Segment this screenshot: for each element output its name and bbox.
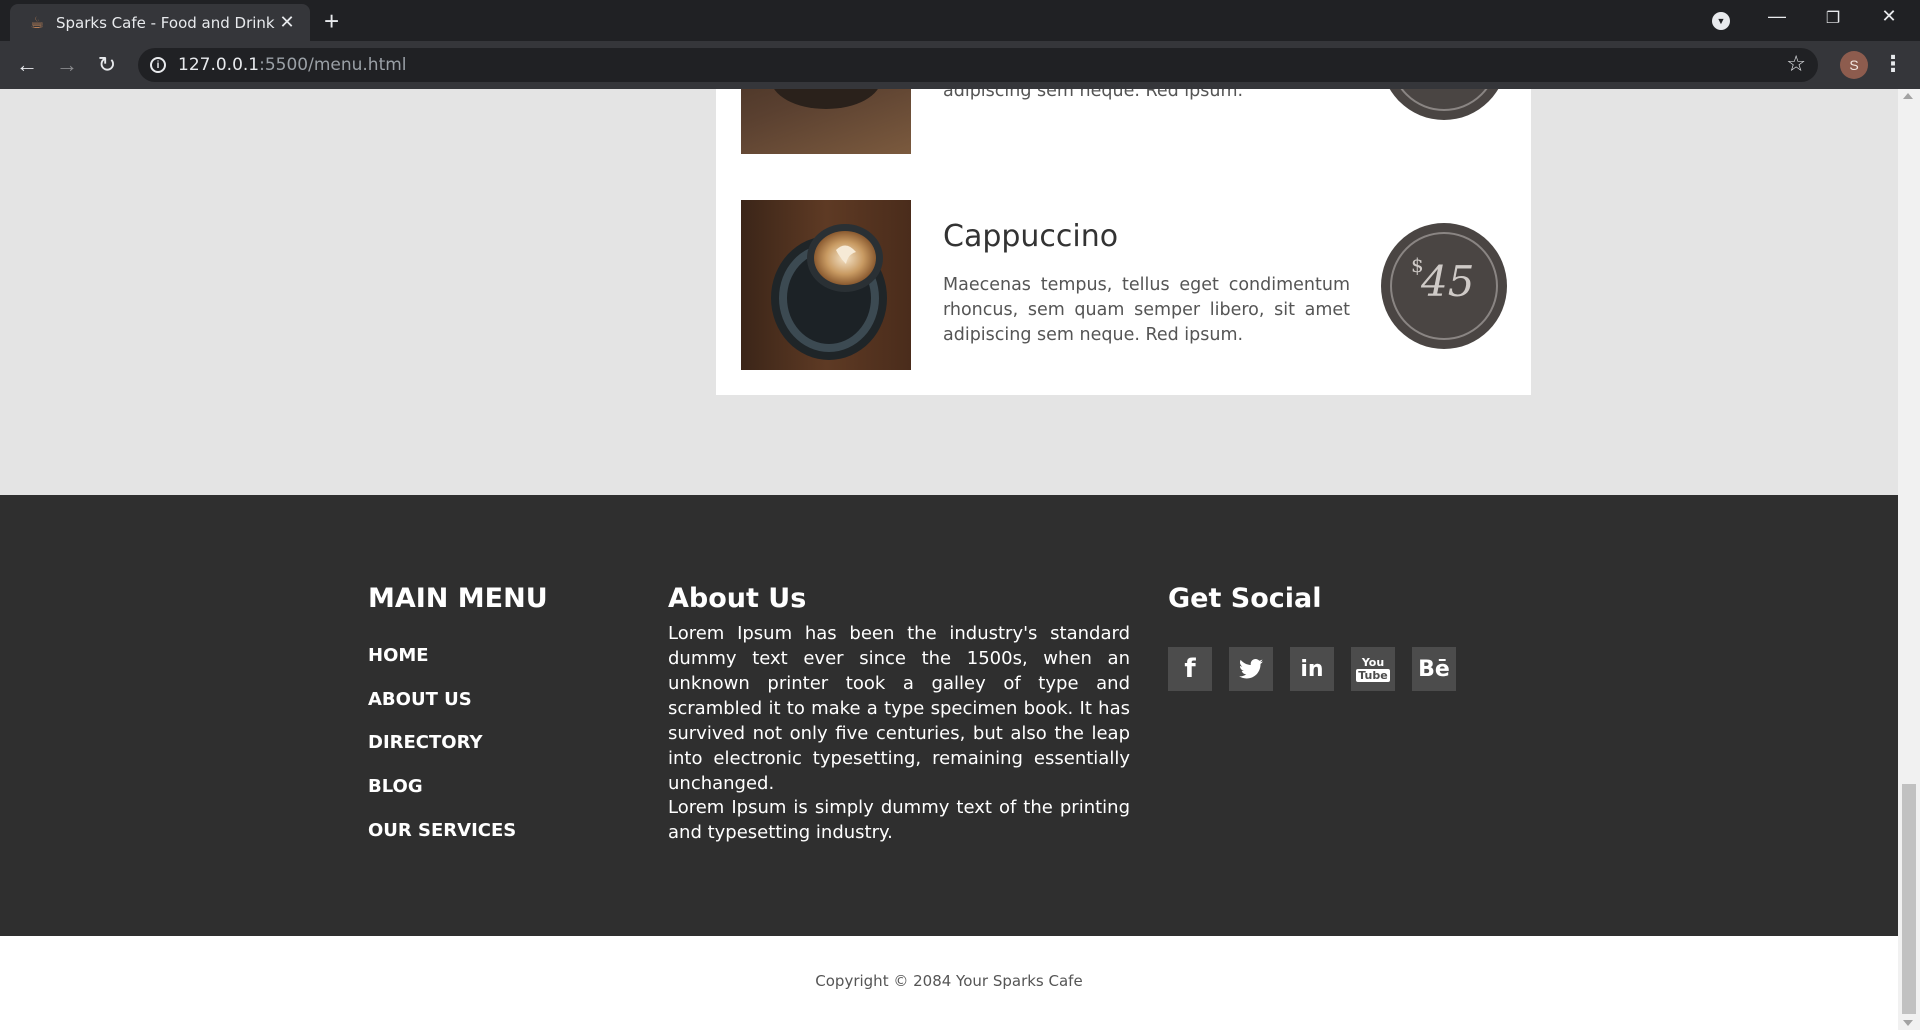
youtube-icon-top: You bbox=[1361, 655, 1385, 669]
browser-toolbar: ← → ↻ i 127.0.0.1:5500/menu.html ☆ S ⋮ bbox=[0, 41, 1920, 89]
cappuccino-image bbox=[741, 200, 911, 370]
profile-avatar[interactable]: S bbox=[1840, 51, 1868, 79]
scroll-down-arrow-icon[interactable] bbox=[1903, 1020, 1913, 1026]
menu-item-description: Maecenas tempus, tellus eget condimentum… bbox=[943, 275, 1350, 345]
browser-menu-icon[interactable]: ⋮ bbox=[1882, 51, 1904, 77]
page-scrollbar[interactable] bbox=[1898, 89, 1920, 1030]
menu-item-photo bbox=[741, 89, 911, 154]
about-us-paragraph: Lorem Ipsum is simply dummy text of the … bbox=[668, 797, 1130, 843]
scroll-up-arrow-icon[interactable] bbox=[1903, 93, 1913, 99]
new-tab-icon[interactable]: + bbox=[324, 6, 339, 37]
footer-link-directory[interactable]: DIRECTORY bbox=[368, 732, 483, 753]
address-bar[interactable]: i 127.0.0.1:5500/menu.html ☆ bbox=[138, 48, 1818, 82]
close-window-icon[interactable]: ✕ bbox=[1874, 6, 1904, 27]
forward-icon[interactable]: → bbox=[52, 50, 82, 80]
get-social-heading: Get Social bbox=[1168, 583, 1322, 614]
twitter-icon[interactable] bbox=[1229, 647, 1273, 691]
menu-item-card: Cappuccino Maecenas tempus, tellus eget … bbox=[716, 175, 1531, 395]
tab-search-icon[interactable]: ▼ bbox=[1712, 12, 1730, 30]
cup-shape bbox=[771, 89, 881, 109]
facebook-icon[interactable]: f bbox=[1168, 647, 1212, 691]
bookmark-star-icon[interactable]: ☆ bbox=[1786, 51, 1806, 77]
behance-icon[interactable]: Bē bbox=[1412, 647, 1456, 691]
footer-link-about-us[interactable]: ABOUT US bbox=[368, 689, 472, 710]
scrollbar-thumb[interactable] bbox=[1902, 784, 1916, 1014]
browser-tab-bar: ☕ Sparks Cafe - Food and Drink Me ✕ + ▼ … bbox=[0, 0, 1920, 41]
restore-icon[interactable]: ❐ bbox=[1818, 8, 1848, 28]
close-tab-icon[interactable]: ✕ bbox=[276, 12, 298, 33]
price-badge: $ 45 bbox=[1381, 223, 1507, 349]
coffee-cup-icon: ☕ bbox=[29, 14, 45, 32]
cappuccino-photo bbox=[741, 200, 911, 370]
site-info-icon[interactable]: i bbox=[150, 57, 166, 73]
about-us-heading: About Us bbox=[668, 583, 807, 614]
price-badge bbox=[1381, 89, 1507, 120]
copyright-bar: Copyright © 2084 Your Sparks Cafe bbox=[0, 936, 1898, 1030]
footer-link-our-services[interactable]: OUR SERVICES bbox=[368, 820, 516, 841]
minimize-icon[interactable]: — bbox=[1762, 6, 1792, 27]
url-text: 127.0.0.1:5500/menu.html bbox=[178, 55, 407, 75]
footer-link-blog[interactable]: BLOG bbox=[368, 776, 423, 797]
youtube-icon[interactable]: You Tube bbox=[1351, 647, 1395, 691]
menu-item-description: adipiscing sem neque. Red ipsum. bbox=[943, 89, 1244, 101]
browser-tab[interactable]: ☕ Sparks Cafe - Food and Drink Me ✕ bbox=[10, 4, 310, 41]
tab-title: Sparks Cafe - Food and Drink Me bbox=[56, 13, 276, 32]
menu-item-card: adipiscing sem neque. Red ipsum. bbox=[716, 89, 1531, 179]
url-path: :5500/menu.html bbox=[259, 55, 407, 75]
price-ring bbox=[1390, 89, 1498, 111]
site-footer: MAIN MENU HOME ABOUT US DIRECTORY BLOG O… bbox=[0, 495, 1898, 936]
copyright-text: Copyright © 2084 Your Sparks Cafe bbox=[815, 972, 1083, 990]
footer-link-home[interactable]: HOME bbox=[368, 645, 429, 666]
page-viewport: adipiscing sem neque. Red ipsum. Cappucc… bbox=[0, 89, 1898, 1030]
reload-icon[interactable]: ↻ bbox=[92, 50, 122, 80]
menu-item-name: Cappuccino bbox=[943, 219, 1119, 254]
price-value: 45 bbox=[1421, 257, 1475, 306]
linkedin-icon[interactable]: in bbox=[1290, 647, 1334, 691]
main-menu-heading: MAIN MENU bbox=[368, 583, 548, 614]
url-host: 127.0.0.1 bbox=[178, 55, 260, 75]
back-icon[interactable]: ← bbox=[12, 50, 42, 80]
youtube-icon-bottom: Tube bbox=[1356, 668, 1390, 682]
about-us-paragraph: Lorem Ipsum has been the industry's stan… bbox=[668, 623, 1130, 794]
